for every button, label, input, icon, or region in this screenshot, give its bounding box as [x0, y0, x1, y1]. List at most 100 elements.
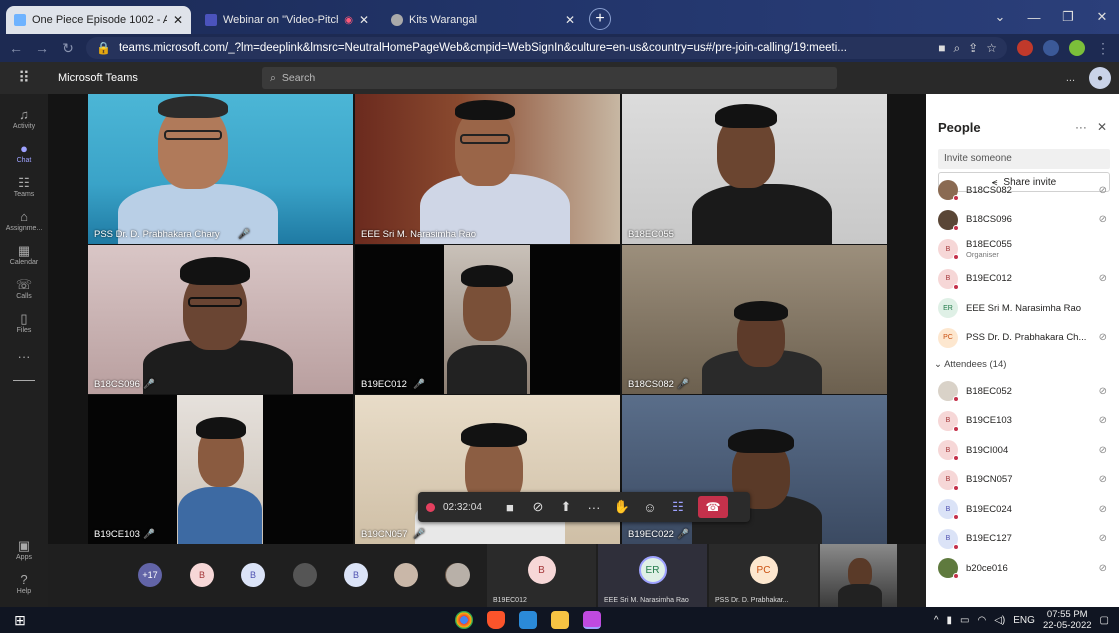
- browser-tab-animix[interactable]: One Piece Episode 1002 - AniMi... ✕: [6, 6, 191, 34]
- participant-row[interactable]: B B19EC012 ⊘: [926, 265, 1119, 293]
- participant-row[interactable]: B B19CE103 ⊘: [926, 407, 1119, 435]
- reload-icon[interactable]: ↻: [60, 40, 76, 57]
- extension-icon[interactable]: [1043, 40, 1059, 56]
- participant-row[interactable]: B B19EC024 ⊘: [926, 495, 1119, 523]
- video-tile[interactable]: EEE Sri M. Narasimha Rao: [355, 94, 620, 244]
- menu-icon[interactable]: ⋮: [1095, 40, 1111, 57]
- camera-icon[interactable]: ■: [938, 41, 945, 55]
- share-screen-button[interactable]: ⬆: [552, 499, 580, 515]
- participant-name: B19EC127: [966, 533, 1012, 544]
- rail-item[interactable]: ▣ Apps: [0, 533, 48, 567]
- mic-icon[interactable]: ▮: [947, 615, 953, 626]
- participant-row[interactable]: B B18EC055 Organiser: [926, 235, 1119, 263]
- attendees-section-header[interactable]: ⌄ Attendees (14): [934, 359, 1006, 370]
- avatar[interactable]: [394, 563, 418, 587]
- close-icon[interactable]: ✕: [173, 13, 183, 27]
- participant-row[interactable]: B18EC052 ⊘: [926, 377, 1119, 405]
- participant-name: B19CI004: [966, 444, 1009, 456]
- forward-icon[interactable]: →: [34, 40, 50, 56]
- wifi-icon[interactable]: ◠: [978, 615, 987, 626]
- chevron-up-icon[interactable]: ^: [934, 615, 939, 626]
- battery-icon[interactable]: ▭: [960, 615, 969, 626]
- browser-tab-kits[interactable]: Kits Warangal ✕: [383, 6, 583, 34]
- more-options-icon[interactable]: ···: [1075, 120, 1087, 134]
- brave-icon[interactable]: [487, 611, 505, 629]
- avatar[interactable]: [293, 563, 317, 587]
- browser-tab-webinar[interactable]: Webinar on "Video-Pitching ◉ ✕: [197, 6, 377, 34]
- rail-item[interactable]: ☷ Teams: [0, 170, 48, 204]
- people-button[interactable]: ☷: [664, 499, 692, 515]
- filmstrip-tile[interactable]: ER EEE Sri M. Narasimha Rao: [597, 544, 707, 607]
- rail-item[interactable]: ● Chat: [0, 136, 48, 170]
- participant-row[interactable]: PC PSS Dr. D. Prabhakara Ch... ⊘: [926, 324, 1119, 352]
- app-icon[interactable]: [583, 611, 601, 629]
- video-tile[interactable]: B19EC012 🎤: [355, 245, 620, 394]
- chrome-icon[interactable]: [455, 611, 473, 629]
- minimize-icon[interactable]: —: [1017, 0, 1051, 34]
- more-options-icon[interactable]: ...: [1066, 72, 1075, 84]
- leave-call-button[interactable]: ☎: [697, 496, 728, 518]
- rail-item[interactable]: ···: [0, 340, 48, 374]
- video-tile[interactable]: B19CE103 🎤: [88, 395, 353, 544]
- close-icon[interactable]: ✕: [359, 13, 369, 27]
- more-actions-button[interactable]: ···: [580, 500, 608, 515]
- filmstrip-tile[interactable]: B B19EC012: [486, 544, 596, 607]
- windows-start-icon[interactable]: ⊞: [0, 612, 40, 629]
- rail-item[interactable]: ? Help: [0, 567, 48, 601]
- camera-button[interactable]: ■: [496, 500, 524, 515]
- search-input[interactable]: ⌕ Search: [262, 67, 837, 89]
- avatar[interactable]: ●: [1089, 67, 1111, 89]
- zoom-icon[interactable]: ⌕: [953, 41, 960, 56]
- app-launcher-icon[interactable]: ⠿: [0, 68, 48, 88]
- close-icon[interactable]: ✕: [1097, 120, 1107, 134]
- clock[interactable]: 07:55 PM 22-05-2022: [1043, 609, 1092, 631]
- self-view-tile[interactable]: [819, 544, 897, 608]
- mic-muted-button[interactable]: ⊘: [524, 499, 552, 515]
- rail-item[interactable]: ▦ Calendar: [0, 238, 48, 272]
- participant-row[interactable]: B B19CI004 ⊘: [926, 436, 1119, 464]
- overflow-count[interactable]: +17: [138, 563, 162, 587]
- participant-row[interactable]: ER EEE Sri M. Narasimha Rao: [926, 294, 1119, 322]
- participant-row[interactable]: B18CS082 ⊘: [926, 176, 1119, 204]
- rail-item[interactable]: ⌂ Assignme...: [0, 204, 48, 238]
- rail-item[interactable]: ♫ Activity: [0, 102, 48, 136]
- profile-icon[interactable]: [1069, 40, 1085, 56]
- chat-button[interactable]: ☺: [636, 500, 664, 515]
- participant-row[interactable]: B18CS096 ⊘: [926, 206, 1119, 234]
- video-tile[interactable]: B18CS082 🎤: [622, 245, 887, 394]
- close-icon[interactable]: ✕: [565, 13, 575, 27]
- vscode-icon[interactable]: [519, 611, 537, 629]
- presence-icon: [953, 283, 959, 290]
- rail-item[interactable]: ☏ Calls: [0, 272, 48, 306]
- video-tile[interactable]: PSS Dr. D. Prabhakara Chary 🎤: [88, 94, 353, 244]
- raise-hand-button[interactable]: ✋: [608, 499, 636, 515]
- tab-search-icon[interactable]: ⌄: [983, 0, 1017, 34]
- avatar[interactable]: B: [241, 563, 265, 587]
- avatar[interactable]: B: [344, 563, 368, 587]
- bookmark-icon[interactable]: ☆: [986, 41, 997, 55]
- call-timer: 02:32:04: [443, 501, 482, 513]
- tab-title: Webinar on "Video-Pitching: [223, 14, 338, 26]
- invite-input[interactable]: Invite someone: [938, 149, 1110, 169]
- rail-item[interactable]: ▯ Files: [0, 306, 48, 340]
- back-icon[interactable]: ←: [8, 40, 24, 56]
- file-explorer-icon[interactable]: [551, 611, 569, 629]
- participant-row[interactable]: B B19EC127 ⊘: [926, 525, 1119, 553]
- notifications-icon[interactable]: ▢: [1100, 615, 1109, 626]
- new-tab-button[interactable]: +: [589, 8, 611, 30]
- maximize-icon[interactable]: ❐: [1051, 0, 1085, 34]
- extension-icon[interactable]: [1017, 40, 1033, 56]
- avatar: [938, 209, 959, 231]
- participant-row[interactable]: b20ce016 ⊘: [926, 554, 1119, 582]
- url-field[interactable]: 🔒 teams.microsoft.com/_?lm=deeplink&lmsr…: [86, 37, 1007, 59]
- language-indicator[interactable]: ENG: [1013, 615, 1035, 626]
- participant-row[interactable]: B B19CN057 ⊘: [926, 466, 1119, 494]
- video-tile[interactable]: B18CS096 🎤: [88, 245, 353, 394]
- share-icon[interactable]: ⇪: [968, 41, 978, 55]
- close-window-icon[interactable]: ✕: [1085, 0, 1119, 34]
- volume-icon[interactable]: ◁): [994, 615, 1005, 626]
- video-tile[interactable]: B18EC055: [622, 94, 887, 244]
- avatar[interactable]: B: [190, 563, 214, 587]
- mic-off-icon: ⊘: [1098, 415, 1107, 426]
- filmstrip-tile[interactable]: PC PSS Dr. D. Prabhakar...: [708, 544, 818, 607]
